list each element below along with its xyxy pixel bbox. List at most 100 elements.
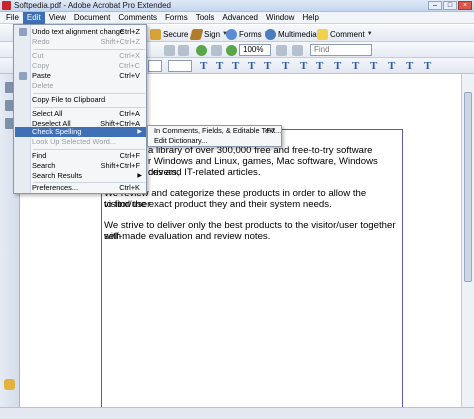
forms-label: Forms: [239, 29, 262, 39]
menu-item-paste[interactable]: Paste Ctrl+V: [15, 71, 146, 81]
menu-item-shortcut: F7: [266, 126, 275, 135]
menu-item-shortcut: Shift+Ctrl+F: [100, 161, 140, 170]
attachments-icon[interactable]: [4, 379, 15, 390]
marquee-zoom-icon: [211, 44, 222, 56]
menu-item-preferences[interactable]: Preferences... Ctrl+K: [15, 183, 146, 193]
menu-item-look-up-selected-word[interactable]: Look Up Selected Word...: [15, 137, 146, 147]
sign-label: Sign: [204, 29, 221, 39]
text-tool-10[interactable]: T: [352, 59, 359, 73]
text-tool-3[interactable]: T: [232, 59, 239, 73]
edit-menu: Undo text alignment change Ctrl+Z Redo S…: [13, 24, 147, 194]
menu-item-search-results[interactable]: Search Results ▶: [15, 171, 146, 181]
menu-forms[interactable]: Forms: [161, 12, 192, 24]
hand-tool-button[interactable]: [164, 43, 175, 57]
check-spelling-submenu: In Comments, Fields, & Editable Text... …: [147, 125, 282, 147]
menu-item-label: Copy: [32, 61, 50, 70]
menu-item-cut[interactable]: Cut Ctrl+X: [15, 51, 146, 61]
menu-comments[interactable]: Comments: [114, 12, 161, 24]
text-tool-6[interactable]: T: [282, 59, 289, 73]
text-tool-7[interactable]: T: [300, 59, 307, 73]
find-input[interactable]: Find: [310, 44, 372, 56]
menu-item-label: Check Spelling: [32, 127, 82, 136]
forms-icon: [226, 28, 237, 40]
vertical-scrollbar[interactable]: [461, 74, 474, 407]
sign-button[interactable]: Sign ▼: [189, 27, 228, 41]
submenu-item-edit-dictionary[interactable]: Edit Dictionary...: [149, 136, 281, 146]
menu-item-label: Search: [32, 161, 56, 170]
menu-item-check-spelling[interactable]: Check Spelling ▶: [15, 127, 146, 137]
menu-item-label: Paste: [32, 71, 51, 80]
chevron-right-icon: ▶: [137, 129, 142, 135]
text-tool-13[interactable]: T: [406, 59, 413, 73]
menu-view[interactable]: View: [45, 12, 70, 24]
text-tool-1[interactable]: T: [200, 59, 207, 73]
close-button[interactable]: ×: [458, 1, 472, 10]
zoom-out-button[interactable]: [211, 43, 222, 57]
comment-icon: [317, 28, 328, 40]
maximize-button[interactable]: □: [443, 1, 457, 10]
size-dropdown[interactable]: [168, 60, 192, 72]
hand-icon: [164, 44, 175, 56]
multimedia-icon: [265, 28, 276, 40]
menu-item-shortcut: Ctrl+V: [119, 71, 140, 80]
zoom-out-icon: [226, 44, 237, 56]
menu-item-label: Preferences...: [32, 183, 79, 192]
zoom-out-button-2[interactable]: [226, 43, 237, 57]
menu-item-shortcut: Ctrl+Z: [119, 27, 140, 36]
menu-item-label: Edit Dictionary...: [154, 136, 208, 145]
menu-item-redo[interactable]: Redo Shift+Ctrl+Z: [15, 37, 146, 47]
fit-width-button[interactable]: [292, 43, 303, 57]
multimedia-button[interactable]: Multimedia ▼: [265, 27, 325, 41]
forms-button[interactable]: Forms ▼: [226, 27, 270, 41]
menu-separator: [33, 149, 145, 150]
select-tool-button[interactable]: [178, 43, 189, 57]
font-dropdown[interactable]: [148, 60, 162, 72]
menu-item-label: Look Up Selected Word...: [32, 137, 117, 146]
fit-page-button[interactable]: [276, 43, 287, 57]
zoom-level-field[interactable]: 100%: [239, 44, 271, 56]
text-tool-5[interactable]: T: [264, 59, 271, 73]
menu-separator: [33, 93, 145, 94]
menu-item-shortcut: Ctrl+X: [119, 51, 140, 60]
menu-file[interactable]: File: [2, 12, 23, 24]
text-tool-8[interactable]: T: [316, 59, 323, 73]
menu-item-select-all[interactable]: Select All Ctrl+A: [15, 109, 146, 119]
menu-item-shortcut: Ctrl+F: [119, 151, 140, 160]
menu-item-delete[interactable]: Delete: [15, 81, 146, 91]
menu-window[interactable]: Window: [262, 12, 298, 24]
menu-item-find[interactable]: Find Ctrl+F: [15, 151, 146, 161]
menu-item-copy[interactable]: Copy Ctrl+C: [15, 61, 146, 71]
submenu-item-spell-check-text[interactable]: In Comments, Fields, & Editable Text... …: [149, 126, 281, 136]
window-title: Softpedia.pdf - Adobe Acrobat Pro Extend…: [14, 1, 171, 10]
menu-tools[interactable]: Tools: [192, 12, 219, 24]
document-line: to find the exact product they and their…: [104, 199, 332, 210]
menu-item-undo[interactable]: Undo text alignment change Ctrl+Z: [15, 27, 146, 37]
menu-item-label: Undo text alignment change: [32, 27, 125, 36]
undo-icon: [19, 28, 27, 36]
text-tool-2[interactable]: T: [216, 59, 223, 73]
text-tool-11[interactable]: T: [370, 59, 377, 73]
menu-item-shortcut: Ctrl+A: [119, 109, 140, 118]
pen-icon: [189, 28, 204, 40]
text-tool-9[interactable]: T: [334, 59, 341, 73]
text-tool-14[interactable]: T: [424, 59, 431, 73]
paste-icon: [19, 72, 27, 80]
zoom-in-button[interactable]: [196, 43, 207, 57]
menu-document[interactable]: Document: [70, 12, 114, 24]
comment-button[interactable]: Comment ▼: [317, 27, 373, 41]
text-tool-4[interactable]: T: [248, 59, 255, 73]
menu-item-label: In Comments, Fields, & Editable Text...: [154, 126, 282, 135]
menu-item-label: Cut: [32, 51, 44, 60]
text-tool-12[interactable]: T: [388, 59, 395, 73]
menu-advanced[interactable]: Advanced: [218, 12, 262, 24]
scrollbar-thumb[interactable]: [464, 92, 472, 282]
menu-bar: File Edit View Document Comments Forms T…: [0, 11, 474, 24]
menu-item-copy-file-to-clipboard[interactable]: Copy File to Clipboard: [15, 95, 146, 105]
menu-separator: [33, 107, 145, 108]
menu-item-shortcut: Ctrl+K: [119, 183, 140, 192]
menu-item-search[interactable]: Search Shift+Ctrl+F: [15, 161, 146, 171]
menu-edit[interactable]: Edit: [22, 11, 45, 24]
lock-icon: [150, 28, 161, 40]
menu-help[interactable]: Help: [298, 12, 322, 24]
minimize-button[interactable]: –: [428, 1, 442, 10]
